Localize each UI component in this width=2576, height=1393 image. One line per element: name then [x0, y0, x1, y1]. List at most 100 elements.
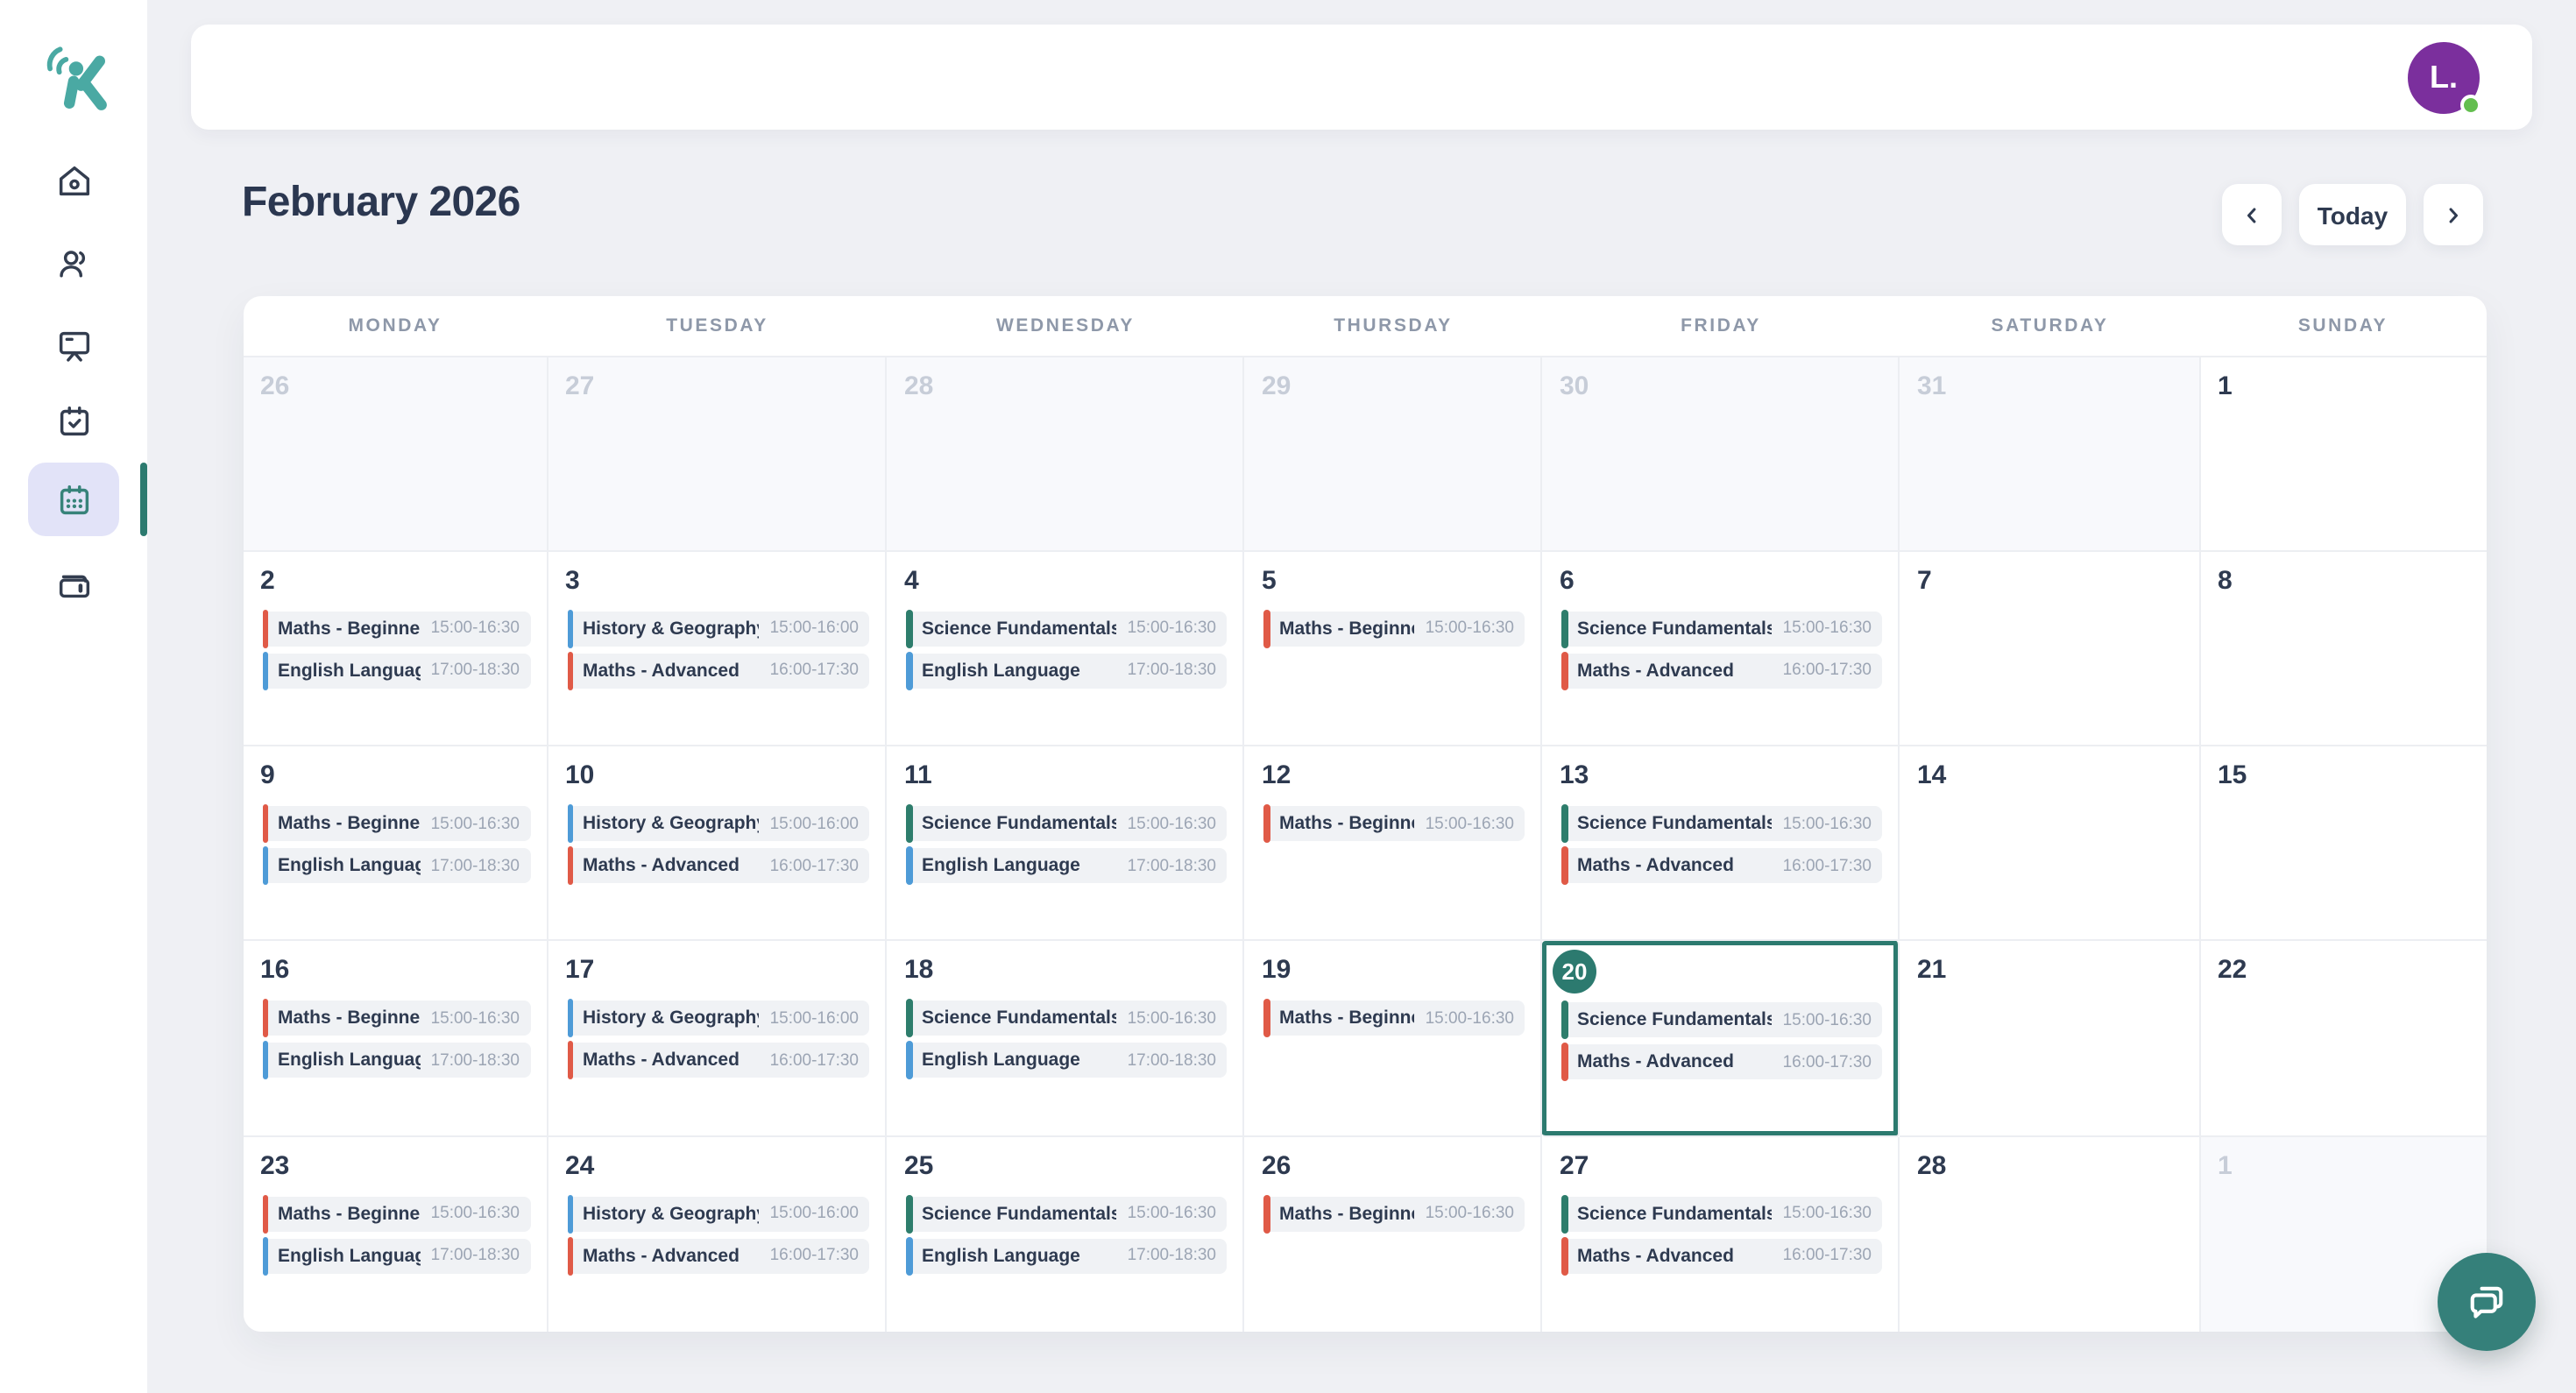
event-chip[interactable]: Maths - Advanced16:00-17:30: [1561, 1238, 1882, 1273]
event-chip[interactable]: Science Fundamentals15:00-16:30: [1561, 806, 1882, 841]
event-chip[interactable]: Science Fundamentals15:00-16:30: [1561, 612, 1882, 647]
sidebar-item-users[interactable]: [0, 244, 147, 284]
event-chip[interactable]: English Language17:00-18:30: [262, 654, 530, 689]
calendar-day-cell[interactable]: 28: [887, 357, 1244, 552]
avatar[interactable]: L.: [2408, 41, 2480, 113]
calendar-day-cell[interactable]: 27Science Fundamentals15:00-16:30Maths -…: [1542, 1136, 1900, 1332]
today-button[interactable]: Today: [2299, 184, 2406, 245]
event-title: Science Fundamentals: [1577, 619, 1773, 640]
event-chip[interactable]: Maths - Beginner15:00-16:30: [262, 806, 530, 841]
calendar-day-cell[interactable]: 20 Science Fundamentals15:00-16:30 Maths -…: [1542, 942, 1900, 1137]
event-title: Science Fundamentals: [922, 1203, 1117, 1224]
sidebar-item-screen[interactable]: [0, 326, 147, 366]
event-title: History & Geography: [583, 813, 760, 834]
event-chip[interactable]: Science Fundamentals15:00-16:30: [906, 806, 1227, 841]
event-chip[interactable]: Maths - Beginner15:00-16:30: [1263, 612, 1525, 647]
calendar-day-cell[interactable]: 25Science Fundamentals15:00-16:30English…: [887, 1136, 1244, 1332]
sidebar-item-calendar-active[interactable]: [28, 463, 119, 536]
day-number: 13: [1560, 760, 1886, 790]
calendar-day-cell[interactable]: 2Maths - Beginner15:00-16:30English Lang…: [243, 552, 548, 747]
calendar-day-cell[interactable]: 8: [2200, 552, 2486, 747]
calendar-day-cell[interactable]: 13 Science Fundamentals15:00-16:30 Maths -…: [1542, 746, 1900, 942]
event-chip[interactable]: Science Fundamentals15:00-16:30: [906, 1196, 1227, 1231]
event-chip[interactable]: English Language17:00-18:30: [906, 1238, 1227, 1273]
next-month-button[interactable]: [2424, 184, 2483, 245]
event-chip[interactable]: English Language17:00-18:30: [906, 654, 1227, 689]
calendar-day-cell[interactable]: 19 Maths - Beginner15:00-16:30: [1244, 942, 1542, 1137]
event-chip[interactable]: Maths - Advanced16:00-17:30: [1561, 848, 1882, 883]
calendar-day-cell[interactable]: 23Maths - Beginner15:00-16:30English Lan…: [243, 1136, 548, 1332]
calendar-day-cell[interactable]: 29: [1244, 357, 1542, 552]
event-chip[interactable]: History & Geography15:00-16:00: [567, 1196, 869, 1231]
event-chip[interactable]: Maths - Beginner15:00-16:30: [1263, 1001, 1525, 1036]
event-chip[interactable]: History & Geography15:00-16:00: [567, 612, 869, 647]
event-color-bar: [1561, 1194, 1568, 1233]
calendar-day-cell[interactable]: 5Maths - Beginner15:00-16:30: [1244, 552, 1542, 747]
calendar-day-cell[interactable]: 31: [1900, 357, 2200, 552]
event-chip[interactable]: Maths - Beginner15:00-16:30: [1263, 806, 1525, 841]
event-chip[interactable]: English Language17:00-18:30: [262, 1238, 530, 1273]
event-chip[interactable]: Maths - Advanced16:00-17:30: [567, 654, 869, 689]
event-chip[interactable]: Maths - Advanced16:00-17:30: [567, 1238, 869, 1273]
event-chip[interactable]: Maths - Beginner15:00-16:30: [262, 612, 530, 647]
event-chip[interactable]: Maths - Beginner15:00-16:30: [262, 1001, 530, 1036]
calendar-day-cell[interactable]: 11Science Fundamentals15:00-16:30English…: [887, 746, 1244, 942]
event-chip[interactable]: Maths - Beginner15:00-16:30: [262, 1196, 530, 1231]
chat-fab-button[interactable]: [2438, 1253, 2536, 1351]
calendar-day-cell[interactable]: 21: [1900, 942, 2200, 1137]
event-chip[interactable]: Maths - Advanced16:00-17:30: [567, 1043, 869, 1078]
calendar-day-cell[interactable]: 1: [2200, 357, 2486, 552]
event-chip[interactable]: English Language17:00-18:30: [262, 1043, 530, 1078]
calendar-day-cell[interactable]: 12Maths - Beginner15:00-16:30: [1244, 746, 1542, 942]
calendar-day-cell[interactable]: 4Science Fundamentals15:00-16:30English …: [887, 552, 1244, 747]
event-chip[interactable]: Maths - Advanced16:00-17:30: [1561, 1045, 1882, 1080]
event-chip[interactable]: History & Geography15:00-16:00: [567, 1001, 869, 1036]
calendar-day-cell[interactable]: 22: [2200, 942, 2486, 1137]
selected-day-badge: 20: [1553, 951, 1596, 994]
event-chip[interactable]: English Language17:00-18:30: [262, 848, 530, 883]
event-chip[interactable]: Science Fundamentals15:00-16:30: [906, 1001, 1227, 1036]
event-chip[interactable]: English Language17:00-18:30: [906, 848, 1227, 883]
calendar-day-cell[interactable]: 7: [1900, 552, 2200, 747]
event-chip[interactable]: Science Fundamentals15:00-16:30: [1561, 1196, 1882, 1231]
prev-month-button[interactable]: [2222, 184, 2282, 245]
event-chip[interactable]: Science Fundamentals15:00-16:30: [1561, 1003, 1882, 1038]
calendar-day-cell[interactable]: 24History & Geography15:00-16:00Maths - …: [548, 1136, 887, 1332]
calendar-day-cell[interactable]: 6Science Fundamentals15:00-16:30Maths - …: [1542, 552, 1900, 747]
day-number: 15: [2218, 760, 2473, 790]
calendar-day-cell[interactable]: 3History & Geography15:00-16:00Maths - A…: [548, 552, 887, 747]
calendar-day-cell[interactable]: 10History & Geography15:00-16:00Maths - …: [548, 746, 887, 942]
day-number: 16: [260, 956, 534, 986]
event-time: 15:00-16:30: [1426, 619, 1514, 639]
sidebar-item-wallet[interactable]: [0, 564, 147, 605]
calendar-day-cell[interactable]: 28: [1900, 1136, 2200, 1332]
calendar-day-cell[interactable]: 26: [243, 357, 548, 552]
event-chip[interactable]: Maths - Beginner15:00-16:30: [1263, 1196, 1525, 1231]
day-number: 19: [1262, 956, 1528, 986]
calendar-day-cell[interactable]: 27: [548, 357, 887, 552]
day-number: 30: [1560, 371, 1886, 400]
calendar-day-cell[interactable]: 18Science Fundamentals15:00-16:30English…: [887, 942, 1244, 1137]
event-time: 15:00-16:30: [1426, 1204, 1514, 1223]
event-chip[interactable]: Maths - Advanced16:00-17:30: [1561, 654, 1882, 689]
calendar-day-cell[interactable]: 16 Maths - Beginner15:00-16:30 English Lan…: [243, 942, 548, 1137]
sidebar-item-home[interactable]: [0, 161, 147, 202]
calendar-day-cell[interactable]: 14: [1900, 746, 2200, 942]
event-title: Maths - Beginner: [278, 1008, 421, 1029]
event-time: 17:00-18:30: [431, 1246, 520, 1265]
event-color-bar: [906, 1194, 912, 1233]
calendar-day-cell[interactable]: 26Maths - Beginner15:00-16:30: [1244, 1136, 1542, 1332]
event-chip[interactable]: History & Geography15:00-16:00: [567, 806, 869, 841]
calendar-day-cell[interactable]: 9Maths - Beginner15:00-16:30English Lang…: [243, 746, 548, 942]
calendar-day-cell[interactable]: 30: [1542, 357, 1900, 552]
event-chip[interactable]: Maths - Advanced16:00-17:30: [567, 848, 869, 883]
event-time: 16:00-17:30: [770, 1246, 859, 1265]
calendar-day-cell[interactable]: 17History & Geography15:00-16:00Maths - …: [548, 942, 887, 1137]
event-chip[interactable]: English Language17:00-18:30: [906, 1043, 1227, 1078]
app-logo[interactable]: [32, 35, 116, 119]
calendar-day-cell[interactable]: 15: [2200, 746, 2486, 942]
event-time: 15:00-16:30: [1783, 1011, 1872, 1030]
event-color-bar: [906, 1042, 912, 1080]
event-chip[interactable]: Science Fundamentals15:00-16:30: [906, 612, 1227, 647]
sidebar-item-tasks[interactable]: [0, 401, 147, 442]
